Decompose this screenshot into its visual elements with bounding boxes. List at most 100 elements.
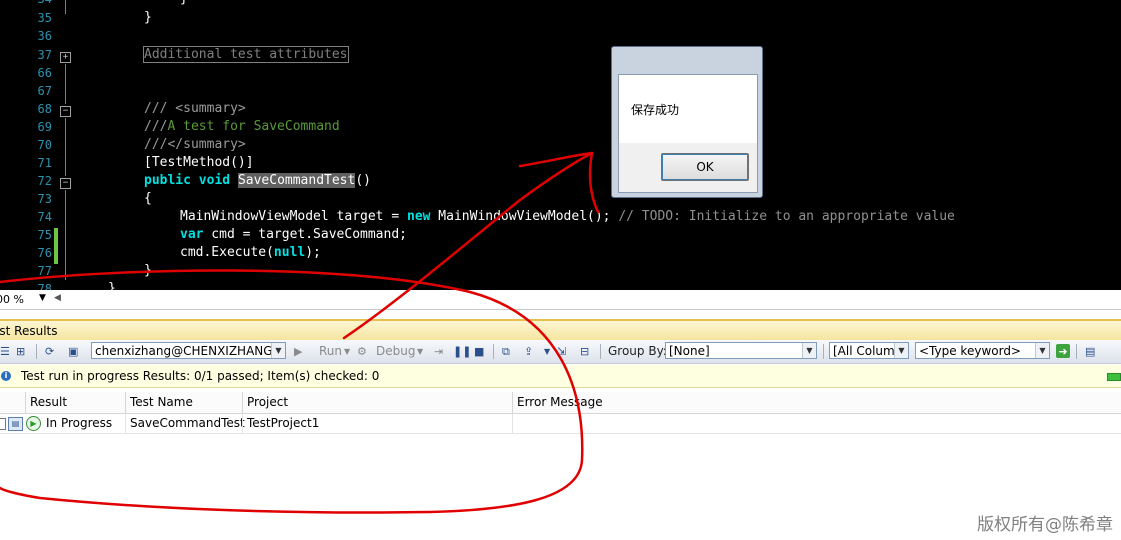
expand-region-icon[interactable]: + <box>60 52 71 63</box>
line-number: 72 <box>37 174 52 188</box>
chevron-down-icon: ▼ <box>894 343 908 358</box>
code-editor[interactable]: 34 35 36 37 66 67 68 69 70 71 72 73 74 7… <box>0 0 1121 290</box>
line-number: 75 <box>37 228 52 242</box>
dialog-message: 保存成功 <box>631 103 680 117</box>
export-icon[interactable]: ⇲ <box>557 344 566 359</box>
editor-zoom-bar: 00 % ▼ ◀ <box>0 291 1121 310</box>
test-type-icon: ▤ <box>8 417 23 431</box>
line-number: 35 <box>37 11 52 25</box>
code-line-75: var cmd = target.SaveCommand; <box>180 227 407 242</box>
toolbar-separator <box>600 344 601 359</box>
collapse-method-icon[interactable]: − <box>60 178 71 189</box>
line-number: 76 <box>37 246 52 260</box>
toolbar-separator <box>36 344 37 359</box>
code-line-74: MainWindowViewModel target = new MainWin… <box>180 209 955 224</box>
run-button[interactable]: Run <box>306 344 342 359</box>
zoom-dropdown-icon[interactable]: ▼ <box>39 293 46 303</box>
code-brace: { <box>144 191 152 206</box>
chevron-down-icon: ▼ <box>1035 343 1049 358</box>
test-run-status-bar: i Test run in progress Results: 0/1 pass… <box>0 365 1121 388</box>
outline-line <box>65 0 66 14</box>
line-number: 77 <box>37 264 52 278</box>
dialog-message-area: 保存成功 <box>619 75 757 143</box>
column-header-project[interactable]: Project <box>242 392 512 413</box>
line-number: 37 <box>37 48 52 62</box>
cell-test-name: SaveCommandTest <box>125 414 245 433</box>
row-checkbox[interactable] <box>0 418 6 430</box>
line-number: 34 <box>2 0 52 6</box>
code-brace: } <box>144 10 152 25</box>
grid-header: Result Test Name Project Error Message <box>0 392 1121 414</box>
toolbar-separator <box>493 344 494 359</box>
test-results-title-bar: est Results <box>0 319 1121 341</box>
line-number: 66 <box>37 66 52 80</box>
progress-indicator <box>1107 373 1121 381</box>
run-icon: ▶ <box>294 345 303 358</box>
cell-error-message <box>512 414 1121 433</box>
line-number: 78 <box>37 282 52 290</box>
collapse-summary-icon[interactable]: − <box>60 106 71 117</box>
summary-close: ///</summary> <box>144 137 246 152</box>
outline-line <box>65 64 66 104</box>
scroll-left-icon[interactable]: ◀ <box>54 293 61 303</box>
hierarchy-icon[interactable]: ⊞ <box>16 344 25 359</box>
debug-dropdown-icon[interactable]: ▼ <box>417 344 423 359</box>
line-number: 67 <box>37 84 52 98</box>
step-icon[interactable]: ⇥ <box>434 344 443 359</box>
summary-text-line: ///A test for SaveCommand <box>144 119 340 134</box>
changed-lines-marker <box>54 228 58 264</box>
code-brace: } <box>144 263 152 278</box>
chevron-down-icon: ▼ <box>802 343 816 358</box>
test-results-toolbar: ☰ ⊞ ⟳ ▣ chenxizhang@CHENXIZHANG-P( ▼ ▶ R… <box>0 340 1121 364</box>
zoom-level[interactable]: 00 % <box>0 293 24 306</box>
publish-icon[interactable]: ⇪ <box>524 344 533 359</box>
line-number: 73 <box>37 192 52 206</box>
test-run-icon[interactable]: ▣ <box>68 344 78 359</box>
outline-line <box>65 118 66 176</box>
run-dropdown-icon[interactable]: ▼ <box>344 344 350 359</box>
test-results-grid: Result Test Name Project Error Message ▤… <box>0 388 1121 540</box>
outline-line <box>65 190 66 280</box>
debug-button[interactable]: Debug <box>376 344 415 359</box>
column-header-error-message[interactable]: Error Message <box>512 392 1121 413</box>
columns-filter-select[interactable]: [All Column ▼ <box>829 342 909 359</box>
group-by-select[interactable]: [None] ▼ <box>665 342 817 359</box>
line-number-gutter: 34 35 36 37 66 67 68 69 70 71 72 73 74 7… <box>0 0 58 290</box>
panel-title: est Results <box>0 324 58 338</box>
column-header-test-name[interactable]: Test Name <box>125 392 242 413</box>
apply-filter-icon[interactable]: ➜ <box>1056 344 1070 358</box>
line-number: 74 <box>37 210 52 224</box>
ok-button[interactable]: OK <box>661 153 749 181</box>
refresh-icon[interactable]: ⟳ <box>45 344 54 359</box>
line-number: 68 <box>37 102 52 116</box>
method-signature: public void SaveCommandTest() <box>144 173 371 188</box>
test-list-editor-icon[interactable]: ▤ <box>1085 344 1095 359</box>
line-number: 70 <box>37 138 52 152</box>
line-number: 36 <box>37 29 52 43</box>
import-results-icon[interactable]: ⧉ <box>502 344 510 359</box>
collapsed-region[interactable]: Additional test attributes <box>143 46 349 63</box>
toolbar-separator <box>823 344 824 359</box>
run-configuration-select[interactable]: chenxizhang@CHENXIZHANG-P( ▼ <box>91 342 286 359</box>
summary-open: /// <summary> <box>144 101 246 116</box>
dialog-body: 保存成功 OK <box>618 74 758 193</box>
column-header-result[interactable]: Result <box>25 392 125 413</box>
options-icon[interactable]: ⊟ <box>580 344 589 359</box>
message-box-dialog: 保存成功 OK <box>611 46 763 198</box>
chevron-down-icon: ▼ <box>271 343 285 358</box>
pause-icon[interactable]: ❚❚ <box>453 344 471 359</box>
watermark: 版权所有@陈希章 <box>977 515 1113 535</box>
group-by-label: Group By: <box>608 344 667 358</box>
status-text: Test run in progress Results: 0/1 passed… <box>21 369 380 383</box>
info-icon: i <box>1 371 11 381</box>
toolbar-separator <box>1076 344 1077 359</box>
in-progress-icon: ▶ <box>26 416 41 431</box>
keyword-filter-input[interactable]: <Type keyword> ▼ <box>915 342 1050 359</box>
table-row[interactable]: ▤ ▶ In Progress SaveCommandTest TestProj… <box>0 414 1121 434</box>
code-brace: } <box>180 0 188 6</box>
cell-project: TestProject1 <box>242 414 512 433</box>
list-view-icon[interactable]: ☰ <box>0 344 10 359</box>
test-method-attribute: [TestMethod()] <box>144 155 254 170</box>
stop-icon[interactable]: ■ <box>474 344 484 359</box>
publish-dropdown-icon[interactable]: ▼ <box>544 344 550 359</box>
